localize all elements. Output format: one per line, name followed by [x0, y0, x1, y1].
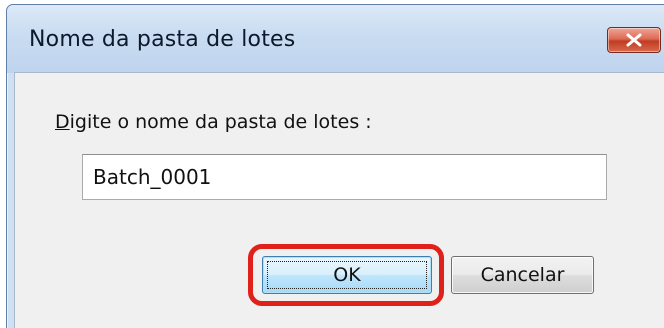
- ok-button[interactable]: OK: [262, 256, 432, 294]
- window-title: Nome da pasta de lotes: [29, 27, 296, 52]
- cancel-button[interactable]: Cancelar: [451, 256, 594, 294]
- dialog-window: Nome da pasta de lotes Digite o nome da …: [6, 4, 664, 328]
- ok-button-label: OK: [333, 264, 361, 286]
- close-x-icon: [626, 33, 642, 47]
- title-bar[interactable]: Nome da pasta de lotes: [7, 5, 664, 73]
- screen: Nome da pasta de lotes Digite o nome da …: [0, 0, 664, 328]
- prompt-text: igite o nome da pasta de lotes :: [69, 111, 372, 133]
- batch-folder-name-input[interactable]: [82, 154, 607, 200]
- prompt-accelerator: D: [55, 111, 70, 133]
- cancel-button-label: Cancelar: [480, 264, 565, 286]
- close-button[interactable]: [607, 27, 661, 53]
- prompt-label: Digite o nome da pasta de lotes :: [55, 111, 372, 133]
- dialog-body: Digite o nome da pasta de lotes : OK Can…: [14, 72, 664, 328]
